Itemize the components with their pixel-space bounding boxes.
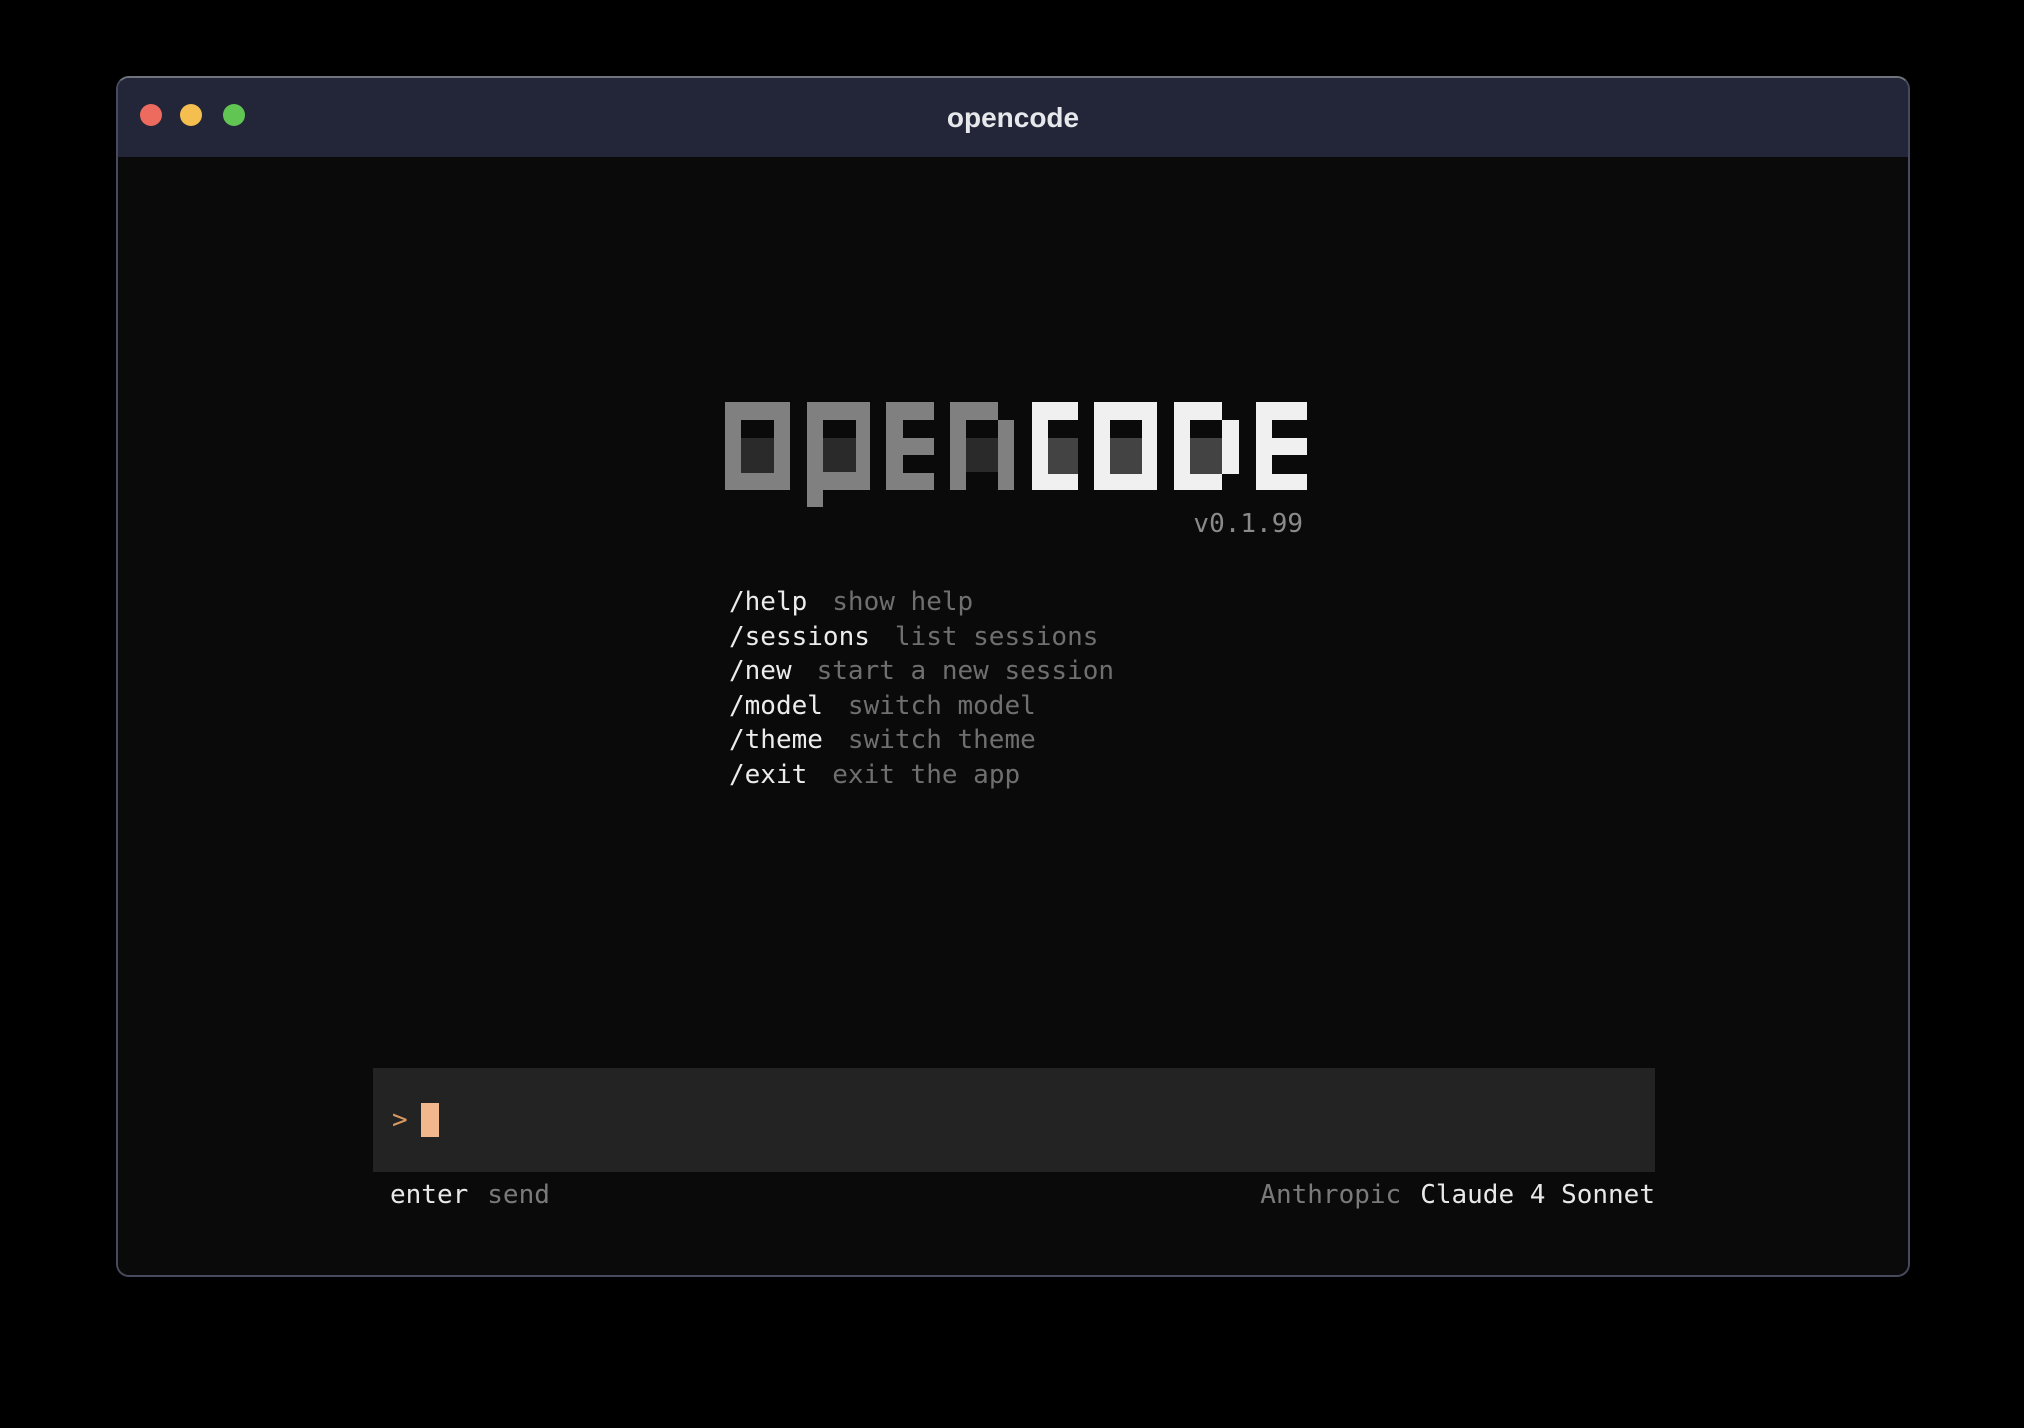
- status-bar: enter send Anthropic Claude 4 Sonnet: [390, 1178, 1655, 1212]
- opencode-logo: [725, 402, 1307, 508]
- command-description: switch model: [848, 691, 1036, 721]
- logo-version: v0.1.99: [725, 507, 1303, 541]
- command-description: exit the app: [832, 760, 1020, 790]
- command-row: /exit exit the app: [729, 758, 1114, 793]
- command-name: /theme: [729, 725, 823, 755]
- terminal-content: v0.1.99 /help show help /sessions list ses…: [118, 157, 1908, 1275]
- command-description: start a new session: [817, 656, 1114, 686]
- command-row: /sessions list sessions: [729, 620, 1114, 655]
- model-indicator[interactable]: Anthropic Claude 4 Sonnet: [1260, 1180, 1655, 1210]
- command-name: /model: [729, 691, 823, 721]
- command-description: list sessions: [895, 622, 1099, 652]
- zoom-button[interactable]: [223, 104, 245, 126]
- command-list: /help show help /sessions list sessions /n…: [729, 585, 1114, 793]
- command-row: /theme switch theme: [729, 723, 1114, 758]
- send-label: send: [487, 1180, 550, 1210]
- command-row: /model switch model: [729, 689, 1114, 724]
- provider-label: Anthropic: [1260, 1180, 1401, 1210]
- text-cursor: [421, 1103, 439, 1137]
- command-name: /exit: [729, 760, 807, 790]
- command-name: /sessions: [729, 622, 870, 652]
- command-name: /help: [729, 587, 807, 617]
- message-input[interactable]: >: [373, 1068, 1655, 1172]
- prompt-symbol: >: [392, 1105, 408, 1135]
- command-row: /new start a new session: [729, 654, 1114, 689]
- send-hint: enter send: [390, 1180, 550, 1210]
- model-label: Claude 4 Sonnet: [1420, 1180, 1655, 1210]
- enter-key-hint: enter: [390, 1180, 468, 1210]
- minimize-button[interactable]: [180, 104, 202, 126]
- close-button[interactable]: [140, 104, 162, 126]
- opencode-window: opencode: [116, 76, 1910, 1277]
- window-title: opencode: [947, 102, 1079, 134]
- titlebar[interactable]: opencode: [118, 78, 1908, 157]
- traffic-lights: [140, 104, 245, 126]
- command-description: show help: [832, 587, 973, 617]
- command-name: /new: [729, 656, 792, 686]
- command-description: switch theme: [848, 725, 1036, 755]
- command-row: /help show help: [729, 585, 1114, 620]
